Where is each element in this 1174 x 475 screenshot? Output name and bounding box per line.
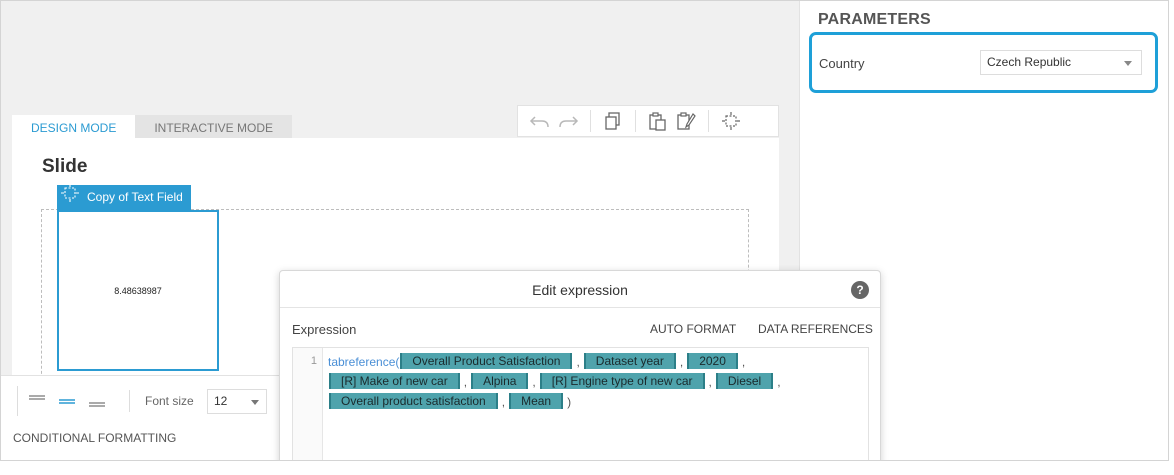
font-size-label: Font size [145,394,194,408]
app-frame: DESIGN MODE INTERACTIVE MODE Slide Copy … [0,0,1169,461]
expression-token[interactable]: 2020 [687,353,738,369]
select-area-icon[interactable] [717,107,745,135]
code-line: Overall product satisfaction, Mean) [328,392,863,412]
country-select[interactable]: Czech Republic [980,50,1142,75]
expression-code: tabreference(Overall Product Satisfactio… [328,352,863,412]
editor-toolbar [517,105,779,137]
code-line: tabreference(Overall Product Satisfactio… [328,353,746,369]
chevron-down-icon [251,400,259,405]
auto-format-button[interactable]: AUTO FORMAT [650,322,736,336]
country-value: Czech Republic [987,55,1072,69]
edit-expression-dialog: Edit expression ? Expression AUTO FORMAT… [279,270,881,460]
chevron-down-icon [1124,61,1132,66]
function-name: tabreference( [328,355,400,369]
expression-token[interactable]: Dataset year [583,353,676,369]
expression-label: Expression [292,322,357,337]
closing-paren: ) [567,395,572,409]
toolbar-divider [590,110,591,132]
paste-icon[interactable] [644,107,672,135]
align-top-icon[interactable] [22,388,52,414]
text-field[interactable]: 8.48638987 [57,210,219,371]
vertical-align-group [17,386,112,416]
field-value: 8.48638987 [114,285,162,296]
slide-title: Slide [42,156,88,177]
undo-icon[interactable] [526,107,554,135]
expression-token[interactable]: Diesel [715,373,774,389]
toolbar-divider [708,110,709,132]
parameter-name: Country [819,56,865,71]
paste-format-icon[interactable] [672,107,700,135]
parameters-title: PARAMETERS [818,11,931,28]
code-line: [R] Make of new car, Alpina, [R] Engine ty… [328,372,863,392]
copy-icon[interactable] [599,107,627,135]
panel-divider [129,390,130,412]
align-middle-icon[interactable] [52,388,82,414]
data-references-button[interactable]: DATA REFERENCES [758,322,873,336]
expression-token[interactable]: [R] Make of new car [329,373,460,389]
font-size-value: 12 [214,394,228,408]
tab-design-mode[interactable]: DESIGN MODE [12,115,136,139]
align-bottom-icon[interactable] [82,388,112,414]
toolbar-divider [635,110,636,132]
help-icon[interactable]: ? [851,281,869,299]
expression-token[interactable]: Overall Product Satisfaction [400,353,573,369]
format-panel: Font size 12 CONDITIONAL FORMATTING [1,375,279,460]
dialog-header: Edit expression ? [280,271,880,308]
tab-interactive-mode[interactable]: INTERACTIVE MODE [135,115,293,139]
dialog-title: Edit expression [532,282,628,298]
expression-token[interactable]: Alpina [471,373,529,389]
conditional-formatting-label[interactable]: CONDITIONAL FORMATTING [13,431,176,445]
mode-tabs: DESIGN MODE INTERACTIVE MODE [12,115,293,139]
field-name: Copy of Text Field [87,190,183,204]
redo-icon[interactable] [554,107,582,135]
font-size-select[interactable]: 12 [207,389,267,414]
expression-token[interactable]: Mean [509,393,564,409]
field-label-bar[interactable]: Copy of Text Field [57,184,191,211]
line-number: 1 [293,348,323,460]
expression-token[interactable]: Overall product satisfaction [329,393,498,409]
select-area-icon [61,184,79,211]
expression-token[interactable]: [R] Engine type of new car [539,373,705,389]
expression-editor[interactable]: 1 tabreference(Overall Product Satisfact… [292,347,869,460]
